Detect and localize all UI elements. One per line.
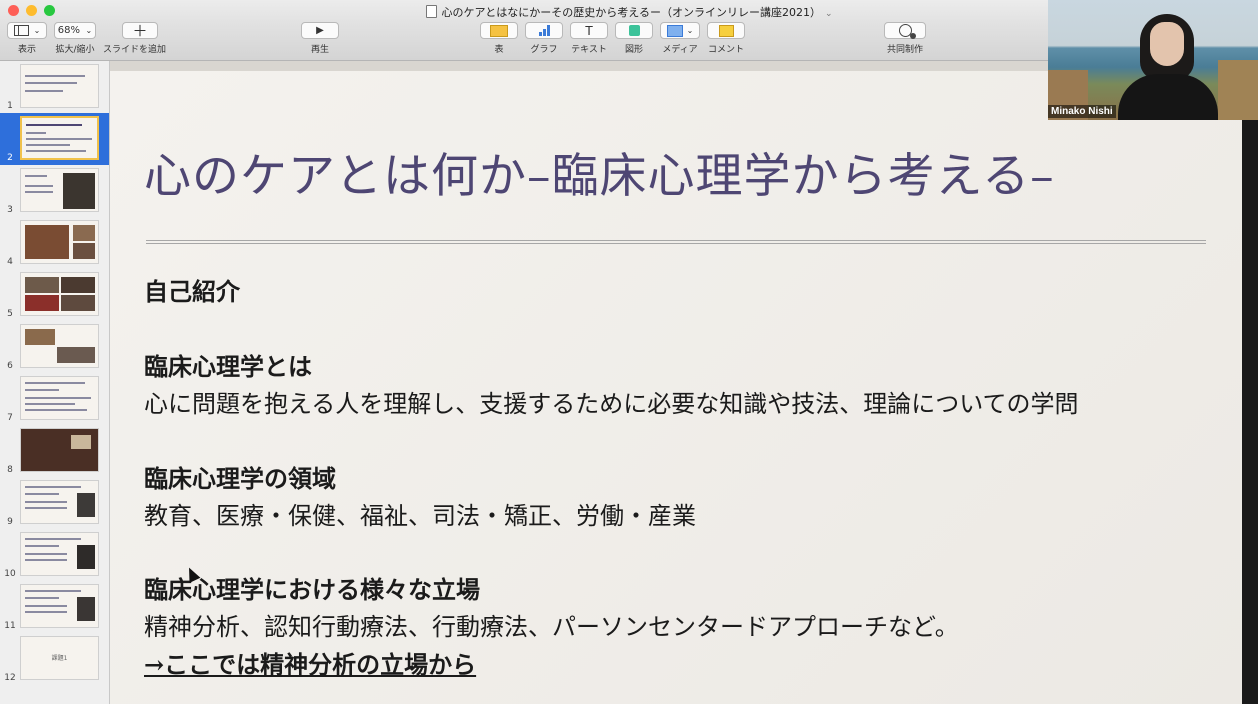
slide-number: 2 — [7, 153, 13, 163]
view-label: 表示 — [17, 45, 36, 55]
slide-thumbnail-5[interactable]: 5 — [0, 269, 109, 321]
slide-number: 6 — [7, 361, 13, 371]
slide-thumbnail-7[interactable]: 7 — [0, 373, 109, 425]
play-icon: ▶ — [301, 22, 339, 39]
table-icon — [490, 24, 508, 37]
collaborate-label: 共同制作 — [886, 45, 923, 55]
slide-navigator: 1 2 3 4 5 6 7 8 9 10 11 課題1 12 — [0, 61, 110, 704]
slide-number: 5 — [7, 309, 13, 319]
slide-number: 4 — [7, 257, 13, 267]
text-button[interactable]: T テキスト — [570, 22, 608, 55]
shape-label: 図形 — [624, 45, 643, 55]
domains-text: 教育、医療・保健、福祉、司法・矯正、労働・産業 — [144, 502, 696, 530]
comment-icon — [718, 24, 734, 37]
slide-number: 11 — [4, 621, 16, 631]
add-slide-label: スライドを追加 — [103, 45, 167, 55]
clinical-psychology-heading: 臨床心理学とは — [144, 352, 312, 381]
comment-button[interactable]: コメント — [707, 22, 745, 55]
vertical-scrollbar[interactable] — [1242, 61, 1258, 704]
chart-label: グラフ — [530, 45, 558, 55]
table-label: 表 — [494, 45, 504, 55]
table-button[interactable]: 表 — [480, 22, 518, 55]
shape-icon — [628, 25, 640, 36]
slide-number: 10 — [4, 569, 16, 579]
slide-thumbnail-11[interactable]: 11 — [0, 581, 109, 633]
add-slide-button[interactable]: ＋ スライドを追加 — [103, 22, 166, 55]
chevron-down-icon: ⌄ — [686, 26, 694, 35]
slide-thumbnail-9[interactable]: 9 — [0, 477, 109, 529]
slide[interactable]: 心のケアとは何か–臨床心理学から考える– 自己紹介 臨床心理学とは 心に問題を抱… — [110, 71, 1242, 704]
title-divider — [146, 240, 1206, 244]
collaborate-icon — [898, 24, 916, 39]
slide-thumbnail-1[interactable]: 1 — [0, 61, 109, 113]
sidebar-view-icon — [13, 25, 29, 36]
document-title-text: 心のケアとはなにかーその歴史から考えるー（オンラインリレー講座2021） — [441, 6, 821, 19]
slide-number: 8 — [7, 465, 13, 475]
slide-thumbnail-12[interactable]: 課題1 12 — [0, 633, 109, 685]
media-icon — [666, 24, 683, 37]
slide-number: 1 — [7, 101, 13, 111]
play-label: 再生 — [310, 45, 329, 55]
slide-thumbnail-4[interactable]: 4 — [0, 217, 109, 269]
zoom-button[interactable]: 68% ⌄ 拡大/縮小 — [54, 22, 96, 55]
zoom-value: 68% — [57, 25, 80, 36]
comment-label: コメント — [707, 45, 744, 55]
media-label: メディア — [662, 45, 698, 55]
chevron-down-icon: ⌄ — [33, 26, 41, 35]
chevron-down-icon: ⌄ — [85, 26, 93, 35]
slide-number: 7 — [7, 413, 13, 423]
text-icon: T — [570, 22, 608, 39]
text-label: テキスト — [571, 45, 607, 55]
participant-video[interactable]: Minako Nishi — [1048, 0, 1258, 120]
keynote-doc-icon — [425, 5, 437, 18]
slide-canvas: 心のケアとは何か–臨床心理学から考える– 自己紹介 臨床心理学とは 心に問題を抱… — [110, 61, 1258, 704]
domains-heading: 臨床心理学の領域 — [144, 464, 336, 493]
slide-thumbnail-3[interactable]: 3 — [0, 165, 109, 217]
self-intro-heading: 自己紹介 — [144, 277, 240, 306]
slide-thumbnail-10[interactable]: 10 — [0, 529, 109, 581]
participant-name: Minako Nishi — [1048, 105, 1116, 118]
slide-title: 心のケアとは何か–臨床心理学から考える– — [144, 149, 1055, 204]
media-button[interactable]: ⌄ メディア — [660, 22, 700, 55]
collaborate-button[interactable]: 共同制作 — [884, 22, 926, 55]
zoom-label: 拡大/縮小 — [55, 45, 95, 55]
play-button[interactable]: ▶ 再生 — [301, 22, 339, 55]
plus-icon: ＋ — [122, 22, 158, 40]
psychoanalysis-note: →ここでは精神分析の立場から — [144, 650, 477, 679]
shape-button[interactable]: 図形 — [615, 22, 653, 55]
chevron-down-icon: ⌄ — [824, 9, 833, 19]
chart-icon — [538, 25, 550, 36]
slide-number: 3 — [7, 205, 13, 215]
slide-thumbnail-8[interactable]: 8 — [0, 425, 109, 477]
slide-number: 12 — [4, 673, 16, 683]
chart-button[interactable]: グラフ — [525, 22, 563, 55]
view-button[interactable]: ⌄ 表示 — [7, 22, 47, 55]
slide-thumbnail-text: 課題1 — [51, 655, 68, 662]
slide-thumbnail-2[interactable]: 2 — [0, 113, 109, 165]
clinical-psychology-definition: 心に問題を抱える人を理解し、支援するために必要な知識や技法、理論についての学問 — [144, 390, 1079, 418]
positions-text: 精神分析、認知行動療法、行動療法、パーソンセンタードアプローチなど。 — [144, 613, 959, 641]
slide-thumbnail-6[interactable]: 6 — [0, 321, 109, 373]
slide-number: 9 — [7, 517, 13, 527]
